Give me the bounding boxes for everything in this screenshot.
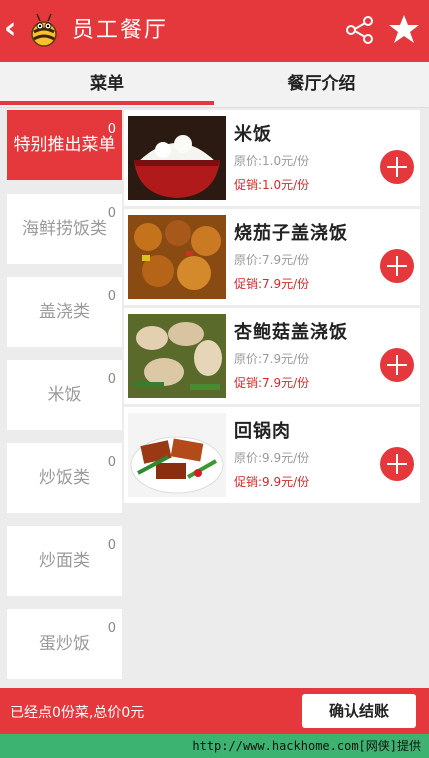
cart-footer: 已经点0份菜,总价0元 确认结账: [0, 688, 429, 734]
order-summary: 已经点0份菜,总价0元: [10, 705, 145, 721]
category-count: 0: [107, 455, 116, 470]
category-count: 0: [107, 289, 116, 304]
category-label: 蛋炒饭: [39, 634, 90, 654]
category-count: 0: [107, 122, 116, 137]
dish-name: 杏鲍菇盖浇饭: [234, 322, 348, 343]
dish-promo-price: 促销:7.9元/份: [234, 277, 310, 291]
dish-original-price: 原价:7.9元/份: [234, 352, 310, 366]
dish-original-price: 原价:7.9元/份: [234, 253, 310, 267]
category-item[interactable]: 米饭 0: [7, 360, 122, 430]
category-count: 0: [107, 621, 116, 636]
dish-name: 回锅肉: [234, 421, 291, 442]
dish-name: 烧茄子盖浇饭: [234, 223, 348, 244]
category-count: 0: [107, 538, 116, 553]
category-item[interactable]: 蛋炒饭 0: [7, 609, 122, 679]
category-item[interactable]: 炒面类 0: [7, 526, 122, 596]
add-to-cart-button[interactable]: [380, 249, 414, 283]
dish-promo-price: 促销:1.0元/份: [234, 178, 310, 192]
dish-name: 米饭: [234, 124, 272, 145]
confirm-checkout-button[interactable]: 确认结账: [302, 694, 416, 728]
dish-item: 杏鲍菇盖浇饭 原价:7.9元/份 促销:7.9元/份: [124, 308, 420, 404]
dish-item: 回锅肉 原价:9.9元/份 促销:9.9元/份: [124, 407, 420, 503]
dish-original-price: 原价:9.9元/份: [234, 451, 310, 465]
add-to-cart-button[interactable]: [380, 150, 414, 184]
favorite-star-icon[interactable]: [388, 12, 420, 46]
category-label: 海鲜捞饭类: [22, 219, 107, 239]
category-item[interactable]: 特别推出菜单 0: [7, 110, 122, 180]
category-item[interactable]: 盖浇类 0: [7, 277, 122, 347]
watermark-bar: http://www.hackhome.com[网侠]提供: [0, 734, 429, 758]
app-header: ‹ 员工餐厅: [0, 0, 429, 62]
dish-item: 米饭 原价:1.0元/份 促销:1.0元/份: [124, 110, 420, 206]
category-label: 炒面类: [39, 551, 90, 571]
category-label: 特别推出菜单: [13, 135, 116, 155]
active-tab-indicator: [0, 101, 214, 105]
share-icon[interactable]: [344, 14, 376, 46]
dish-promo-price: 促销:9.9元/份: [234, 475, 310, 489]
category-count: 0: [107, 372, 116, 387]
add-to-cart-button[interactable]: [380, 447, 414, 481]
category-label: 盖浇类: [39, 302, 90, 322]
category-item[interactable]: 炒饭类 0: [7, 443, 122, 513]
category-sidebar: 特别推出菜单 0 海鲜捞饭类 0 盖浇类 0 米饭 0 炒饭类 0 炒面类 0 …: [0, 108, 124, 688]
category-label: 米饭: [47, 385, 82, 405]
dish-photo-eggplant: [128, 215, 226, 299]
tab-menu[interactable]: 菜单: [0, 62, 214, 106]
category-label: 炒饭类: [39, 468, 90, 488]
dish-promo-price: 促销:7.9元/份: [234, 376, 310, 390]
dish-photo-mushroom: [128, 314, 226, 398]
category-item[interactable]: 海鲜捞饭类 0: [7, 194, 122, 264]
dish-photo-rice: [128, 116, 226, 200]
dish-original-price: 原价:1.0元/份: [234, 154, 310, 168]
back-icon[interactable]: ‹: [4, 14, 24, 46]
watermark-text: http://www.hackhome.com[网侠]提供: [192, 739, 421, 753]
page-title: 员工餐厅: [72, 18, 169, 43]
tab-restaurant-intro[interactable]: 餐厅介绍: [214, 62, 429, 106]
category-count: 0: [107, 206, 116, 221]
bee-logo-icon: [31, 13, 57, 47]
add-to-cart-button[interactable]: [380, 348, 414, 382]
dish-photo-pork: [128, 413, 226, 497]
dish-item: 烧茄子盖浇饭 原价:7.9元/份 促销:7.9元/份: [124, 209, 420, 305]
